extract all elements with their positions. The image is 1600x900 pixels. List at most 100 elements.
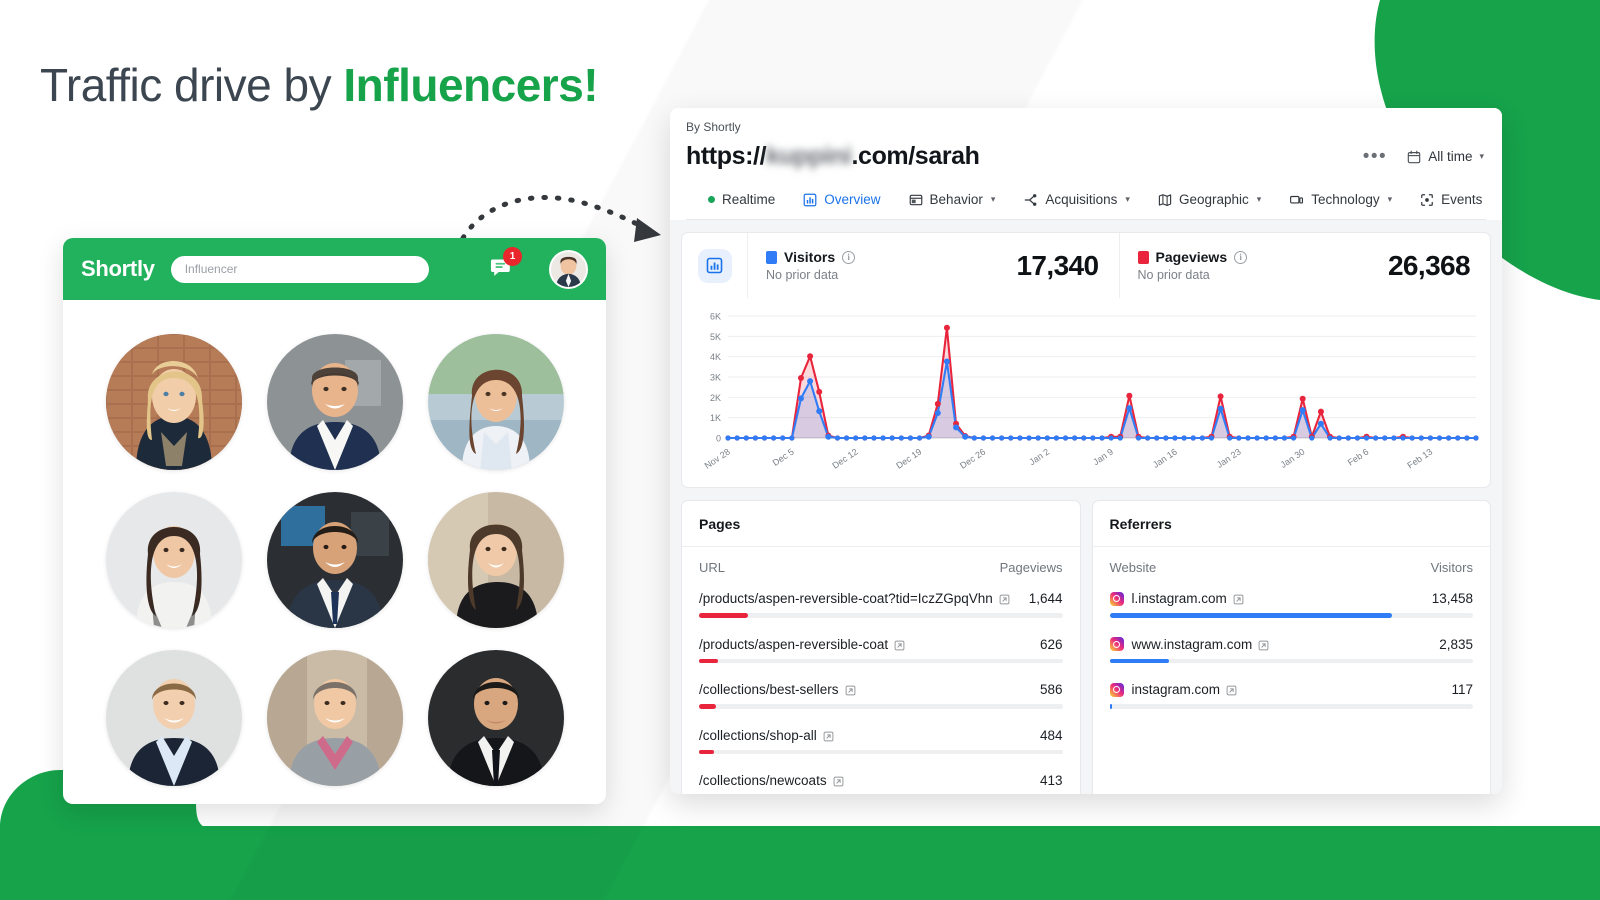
series-area-visitors [728,361,1476,438]
svg-text:Jan 16: Jan 16 [1151,447,1179,470]
y-axis-tick: 3K [710,373,721,383]
influencer-photo[interactable] [427,650,564,786]
avatar[interactable] [549,249,588,289]
data-point [1336,435,1342,441]
referrer-site[interactable]: www.instagram.com [1132,637,1253,652]
influencer-photo[interactable] [266,650,403,786]
data-point [1409,435,1415,441]
table-row[interactable]: www.instagram.com 2,835 [1093,631,1491,663]
x-axis-tick: Jan 23 [1215,447,1243,470]
table-row[interactable]: instagram.com 117 [1093,676,1491,709]
date-range-selector[interactable]: All time ▾ [1407,149,1484,164]
data-point [1263,435,1269,441]
data-point [789,435,795,441]
notification-badge: 1 [503,247,522,266]
data-point [934,409,941,416]
referrers-columns: Website Visitors [1093,547,1491,585]
progress-fill [1109,613,1392,618]
stat-card-pageviews[interactable]: Pageviews i No prior data 26,368 [1118,233,1491,298]
data-point [1135,435,1142,441]
tab-acquisitions-label: Acquisitions [1045,192,1118,207]
svg-text:Feb 6: Feb 6 [1346,447,1371,468]
search-input-value: Influencer [184,262,238,276]
y-axis-tick: 0 [716,434,721,444]
data-point [1217,405,1224,412]
data-point [834,435,841,441]
table-row[interactable]: l.instagram.com 13,458 [1093,585,1491,618]
tab-behavior[interactable]: Behavior ▾ [895,181,1010,219]
portrait-1 [105,334,242,470]
table-row[interactable]: /collections/shop-all 484 [682,722,1080,754]
influencer-photo[interactable] [105,492,242,628]
referrer-site[interactable]: l.instagram.com [1132,591,1227,606]
dashboard-header: By Shortly https://kuppini .com/sarah ••• [670,108,1502,220]
metric-switch-button[interactable] [682,233,748,298]
data-point [761,435,768,441]
progress-fill [699,749,714,754]
progress-track [1109,613,1473,618]
external-link-icon [833,776,843,787]
data-point [1099,435,1105,441]
x-axis-tick: Dec 26 [958,447,987,471]
data-point [1345,435,1351,441]
search-input[interactable]: Influencer [170,255,429,283]
data-point [1190,435,1196,441]
info-icon[interactable]: i [842,250,856,264]
pages-col-metric: Pageviews [999,560,1063,575]
data-point [1317,420,1324,427]
tab-realtime[interactable]: Realtime [694,181,789,219]
x-axis-tick: Feb 13 [1405,447,1434,471]
influencer-photo[interactable] [105,334,242,470]
data-point [1391,435,1397,441]
data-point [1044,435,1050,441]
influencer-photo[interactable] [266,492,403,628]
progress-track [1109,704,1473,709]
traffic-chart[interactable]: 0 1K 2K 3K 4K 5K 6K Nov 28 Dec 5 Dec 12 Dec 19 Dec … [682,298,1490,487]
info-icon[interactable]: i [1234,250,1248,264]
date-range-label: All time [1428,149,1473,164]
brand-logo: Shortly [81,256,155,281]
page-url[interactable]: /products/aspen-reversible-coat [699,637,888,652]
data-point [1217,393,1224,400]
data-point [1418,435,1424,441]
series-area-pageviews [728,327,1476,438]
data-point [889,435,895,441]
page-url[interactable]: /collections/shop-all [699,728,817,743]
more-options-button[interactable]: ••• [1363,147,1387,166]
analytics-dashboard: By Shortly https://kuppini .com/sarah ••• [670,108,1502,794]
data-point [989,435,996,441]
data-point [853,435,859,441]
stat-card-visitors[interactable]: Visitors i No prior data 17,340 [748,233,1119,298]
data-point [780,435,786,441]
table-row[interactable]: /products/aspen-reversible-coat 626 [682,631,1080,663]
page-url[interactable]: /products/aspen-reversible-coat?tid=IczZ… [699,591,993,606]
table-row[interactable]: /products/aspen-reversible-coat?tid=IczZ… [682,585,1080,618]
data-point [1026,435,1032,441]
data-point [1172,435,1178,441]
page-views: 484 [1039,727,1063,743]
data-point [1317,408,1324,415]
data-point [962,433,969,440]
instagram-icon [1109,591,1124,606]
tab-overview[interactable]: Overview [789,181,894,219]
influencer-photo[interactable] [427,492,564,628]
stat-pageviews-value: 26,368 [1387,249,1471,281]
influencer-photo[interactable] [105,650,242,786]
svg-text:Nov 28: Nov 28 [703,447,732,471]
influencer-photo[interactable] [266,334,403,470]
table-row[interactable]: /collections/best-sellers 586 [682,676,1080,709]
data-point [907,435,914,441]
data-point [1354,435,1361,441]
tab-events[interactable]: Events [1406,181,1496,219]
influencer-photo[interactable] [427,334,564,470]
tab-technology[interactable]: Technology ▾ [1275,181,1406,219]
tab-acquisitions[interactable]: Acquisitions ▾ [1009,181,1144,219]
chat-button[interactable]: 1 [485,247,522,286]
tab-geographic[interactable]: Geographic ▾ [1144,181,1275,219]
progress-fill [699,658,718,663]
referrer-site[interactable]: instagram.com [1132,682,1221,697]
portrait-3 [427,334,564,470]
tab-technology-label: Technology [1311,192,1380,207]
page-url[interactable]: /collections/best-sellers [699,682,839,697]
data-point [816,408,823,415]
